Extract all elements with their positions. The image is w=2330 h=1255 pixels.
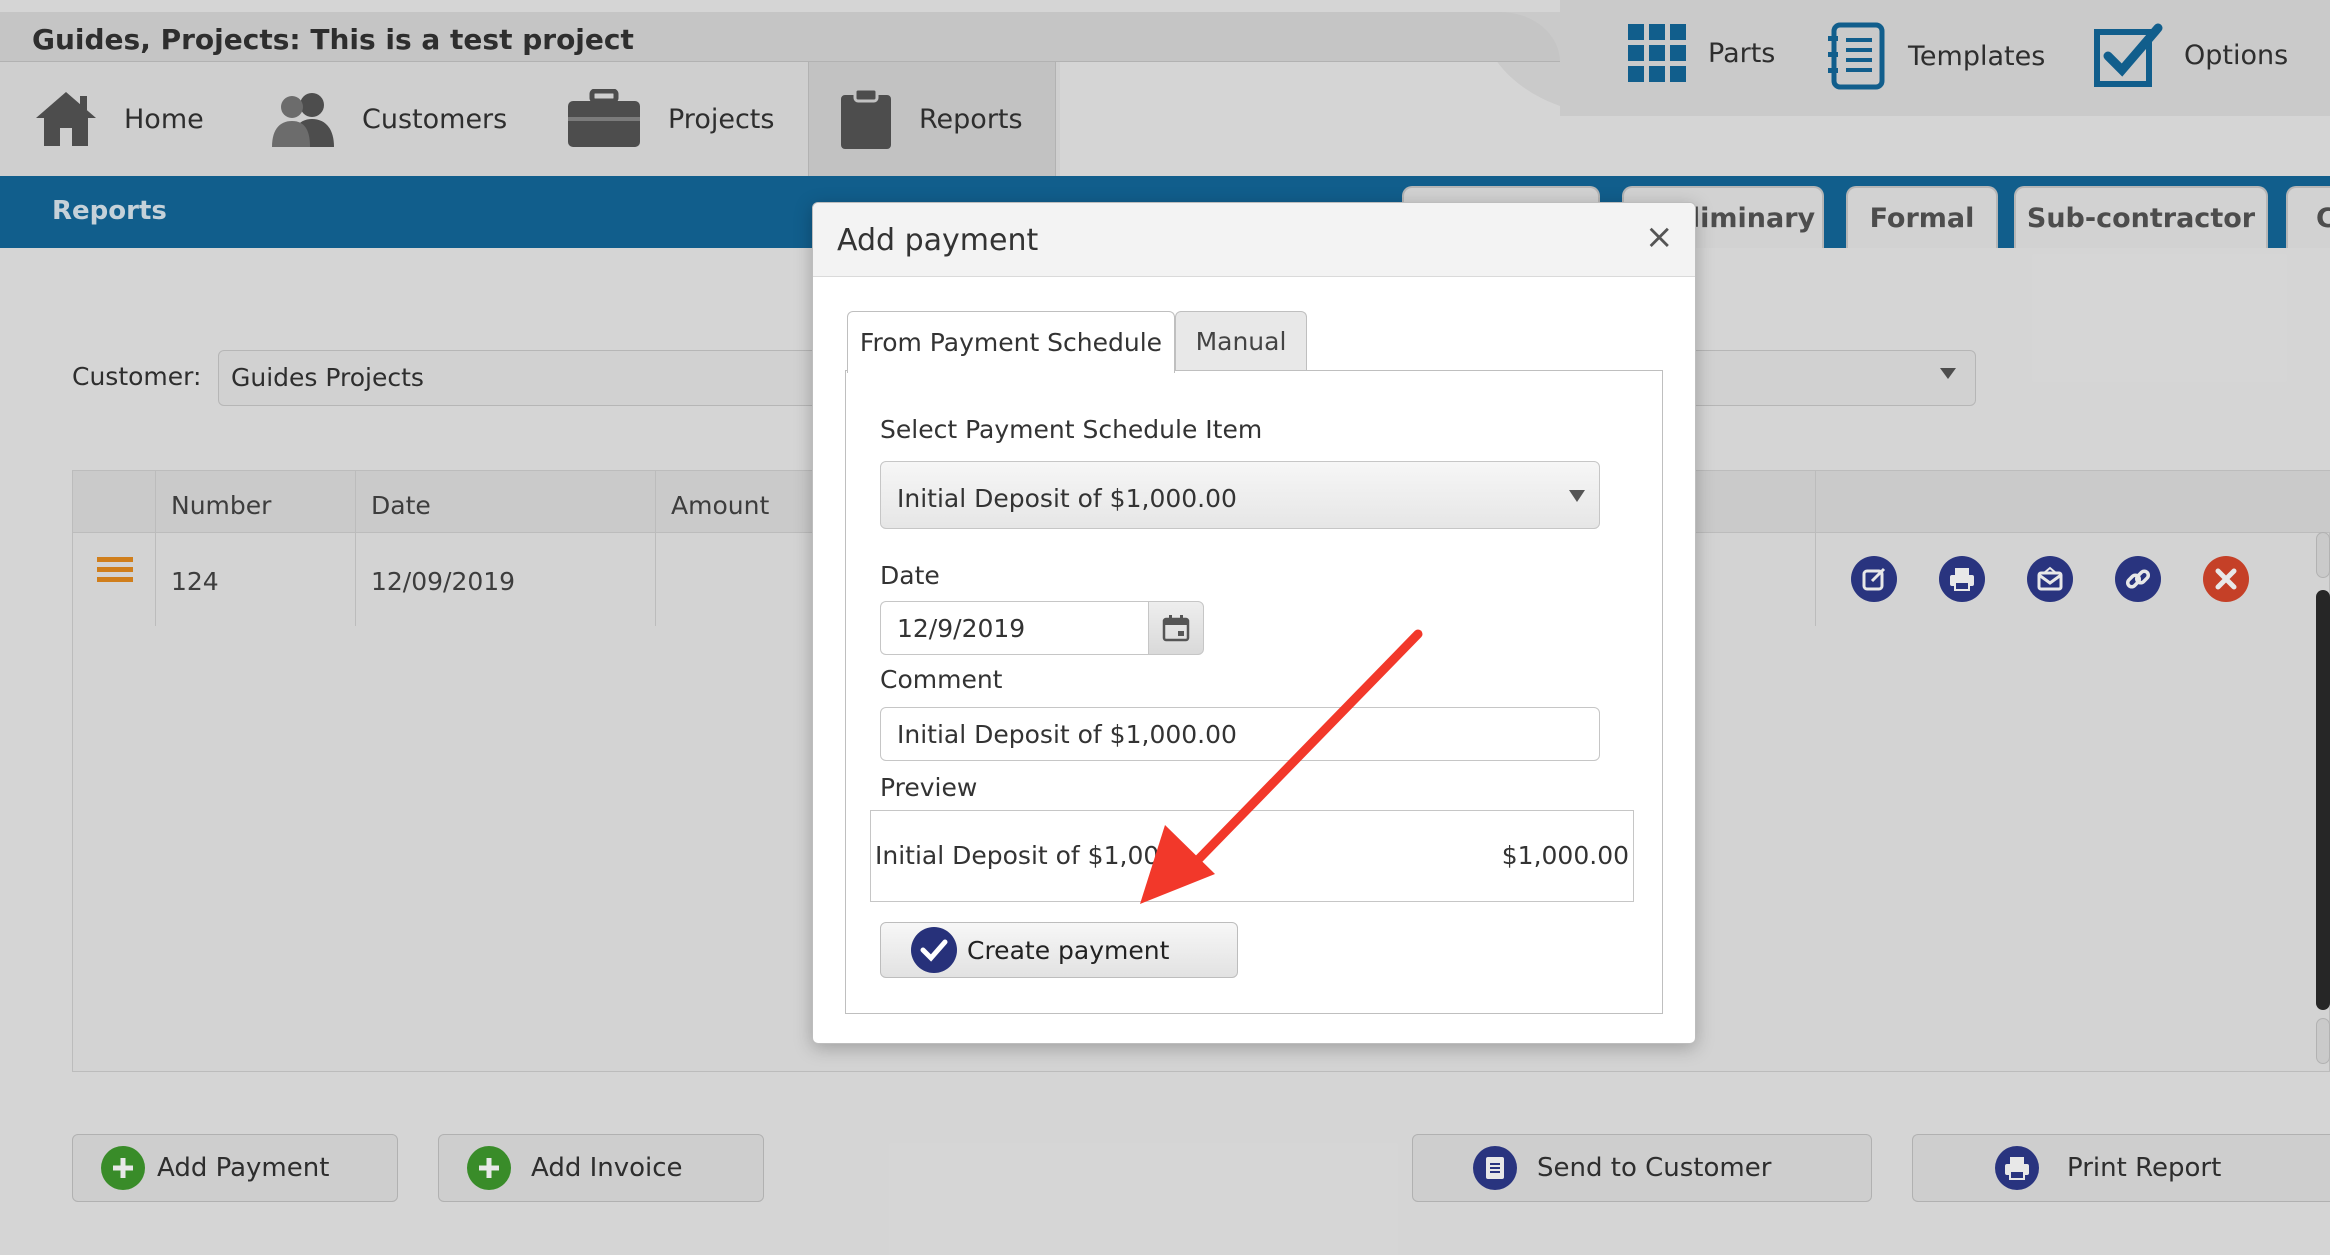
comment-input[interactable]: Initial Deposit of $1,000.00: [880, 707, 1600, 761]
tab-from-payment-schedule-label: From Payment Schedule: [859, 328, 1163, 357]
preview-amount: $1,000.00: [1501, 841, 1629, 870]
chevron-down-icon: [1569, 490, 1585, 502]
tab-manual[interactable]: Manual: [1175, 311, 1307, 371]
tab-from-payment-schedule[interactable]: From Payment Schedule: [847, 311, 1175, 373]
comment-value: Initial Deposit of $1,000.00: [897, 720, 1237, 749]
add-payment-dialog: Add payment × From Payment Schedule Manu…: [812, 202, 1696, 1044]
date-field[interactable]: 12/9/2019: [880, 601, 1148, 655]
comment-label: Comment: [880, 665, 1003, 694]
preview-box: Initial Deposit of $1,000 $1,000.00: [870, 810, 1634, 902]
schedule-item-value: Initial Deposit of $1,000.00: [897, 484, 1237, 513]
date-label: Date: [880, 561, 940, 590]
preview-text: Initial Deposit of $1,000: [875, 841, 1176, 870]
dialog-title: Add payment: [837, 223, 1039, 258]
dialog-header: Add payment ×: [813, 203, 1695, 277]
calendar-icon: [1162, 615, 1190, 642]
tab-panel: Select Payment Schedule Item Initial Dep…: [845, 370, 1663, 1014]
preview-label: Preview: [880, 773, 978, 802]
date-value: 12/9/2019: [897, 614, 1026, 643]
calendar-button[interactable]: [1148, 601, 1204, 655]
schedule-item-label: Select Payment Schedule Item: [880, 415, 1263, 444]
close-icon[interactable]: ×: [1645, 217, 1674, 257]
create-payment-button[interactable]: Create payment: [880, 922, 1238, 978]
create-payment-label: Create payment: [967, 935, 1170, 965]
schedule-item-select[interactable]: Initial Deposit of $1,000.00: [880, 461, 1600, 529]
tab-manual-label: Manual: [1195, 327, 1287, 356]
check-icon: [911, 927, 957, 973]
